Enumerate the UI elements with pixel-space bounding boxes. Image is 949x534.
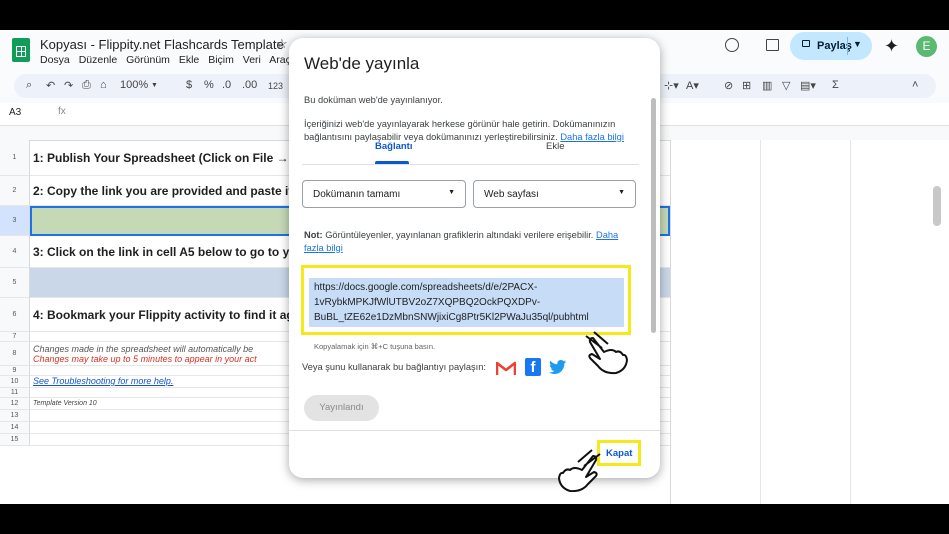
dialog-title: Web'de yayınla bbox=[304, 54, 420, 73]
dialog-scrollbar[interactable] bbox=[651, 98, 656, 333]
name-box[interactable]: A3 bbox=[9, 107, 21, 118]
gemini-icon[interactable]: ✦ bbox=[884, 36, 899, 57]
publish-format-select[interactable]: Web sayfası ▼ bbox=[473, 180, 636, 208]
zoom-select[interactable]: 100% bbox=[120, 79, 148, 91]
menu-data[interactable]: Veri bbox=[243, 54, 261, 66]
close-button[interactable]: Kapat bbox=[606, 448, 632, 459]
lock-icon bbox=[802, 40, 810, 47]
text-rotate-icon[interactable]: ⊹▾ bbox=[664, 79, 679, 92]
share-button[interactable]: Paylaş ▼ bbox=[790, 32, 872, 60]
filter-icon[interactable]: ▽ bbox=[782, 79, 790, 92]
publish-scope-select[interactable]: Dokümanın tamamı ▼ bbox=[302, 180, 466, 208]
row-header[interactable]: 15 bbox=[0, 434, 30, 446]
link-icon[interactable]: ⊘ bbox=[724, 79, 733, 92]
percent-format-button[interactable]: % bbox=[204, 79, 214, 91]
chevron-down-icon: ▼ bbox=[448, 189, 455, 196]
share-via-label: Veya şunu kullanarak bu bağlantıyı payla… bbox=[302, 362, 486, 372]
row-header[interactable]: 4 bbox=[0, 236, 30, 268]
star-icon[interactable]: ☆ bbox=[276, 36, 288, 52]
menu-format[interactable]: Biçim bbox=[208, 54, 234, 66]
row-header[interactable]: 12 bbox=[0, 398, 30, 410]
dialog-footer-divider bbox=[289, 430, 660, 431]
paint-format-icon[interactable]: ⌂ bbox=[100, 79, 107, 91]
row-header[interactable]: 5 bbox=[0, 268, 30, 298]
row-header[interactable]: 14 bbox=[0, 422, 30, 434]
row-header[interactable]: 7 bbox=[0, 332, 30, 342]
pointing-hand-icon bbox=[558, 449, 601, 492]
tab-divider bbox=[302, 164, 639, 165]
comments-icon[interactable] bbox=[766, 39, 779, 51]
insert-comment-icon[interactable]: ⊞ bbox=[742, 79, 751, 92]
row-header[interactable]: 2 bbox=[0, 176, 30, 206]
filter-views-icon[interactable]: ▤▾ bbox=[800, 79, 816, 92]
pointing-hand-icon bbox=[585, 331, 628, 375]
text-color-icon[interactable]: A▾ bbox=[686, 79, 699, 92]
menu-insert[interactable]: Ekle bbox=[179, 54, 199, 66]
chevron-down-icon: ▼ bbox=[618, 189, 625, 196]
redo-icon[interactable]: ↷ bbox=[64, 79, 73, 92]
data-access-note: Not: Görüntüleyenler, yayınlanan grafikl… bbox=[304, 230, 619, 253]
twitter-icon[interactable] bbox=[549, 359, 567, 375]
row-header[interactable]: 8 bbox=[0, 342, 30, 366]
print-icon[interactable]: ⎙ bbox=[82, 79, 91, 92]
document-title[interactable]: Kopyası - Flippity.net Flashcards Templa… bbox=[40, 37, 284, 52]
increase-decimal-button[interactable]: .00 bbox=[242, 79, 257, 91]
functions-icon[interactable]: Σ bbox=[832, 79, 839, 91]
copy-hint: Kopyalamak için ⌘+C tuşuna basın. bbox=[314, 342, 436, 351]
close-highlight-box: Kapat bbox=[597, 440, 641, 466]
row-header[interactable]: 10 bbox=[0, 376, 30, 388]
tab-link[interactable]: Bağlantı bbox=[375, 141, 412, 152]
column-divider bbox=[850, 140, 851, 504]
publish-dialog: Web'de yayınla Bu doküman web'de yayınla… bbox=[289, 38, 660, 478]
row-header[interactable]: 9 bbox=[0, 366, 30, 376]
adjacent-columns[interactable] bbox=[670, 140, 949, 504]
insert-chart-icon[interactable]: ▥ bbox=[762, 79, 772, 92]
column-divider bbox=[760, 140, 761, 504]
published-button[interactable]: Yayınlandı bbox=[304, 395, 379, 421]
published-url-field[interactable]: https://docs.google.com/spreadsheets/d/e… bbox=[314, 280, 634, 325]
menu-view[interactable]: Görünüm bbox=[126, 54, 170, 66]
share-divider bbox=[847, 37, 848, 55]
menu-file[interactable]: Dosya bbox=[40, 54, 70, 66]
facebook-icon[interactable]: f bbox=[525, 358, 541, 376]
collapse-toolbar-icon[interactable]: ˄ bbox=[912, 79, 918, 91]
row-header[interactable]: 13 bbox=[0, 410, 30, 422]
avatar[interactable]: E bbox=[916, 36, 937, 57]
tab-embed[interactable]: Ekle bbox=[546, 141, 564, 152]
sheets-logo-icon[interactable] bbox=[12, 38, 30, 62]
number-format-button[interactable]: 123 bbox=[268, 81, 283, 91]
row-header[interactable]: 11 bbox=[0, 388, 30, 398]
row-header[interactable]: 6 bbox=[0, 298, 30, 332]
row-header[interactable]: 3 bbox=[0, 206, 30, 236]
vertical-scrollbar[interactable] bbox=[933, 186, 941, 226]
gmail-icon[interactable] bbox=[496, 360, 516, 376]
menu-edit[interactable]: Düzenle bbox=[79, 54, 118, 66]
decrease-decimal-button[interactable]: .0 bbox=[222, 79, 231, 91]
learn-more-link[interactable]: Daha fazla bilgi bbox=[560, 132, 624, 142]
publish-intro: İçeriğinizi web'de yayınlayarak herkese … bbox=[304, 119, 624, 142]
version-history-icon[interactable] bbox=[725, 38, 739, 52]
screen: Kopyası - Flippity.net Flashcards Templa… bbox=[0, 30, 949, 504]
chevron-down-icon[interactable]: ▼ bbox=[853, 39, 862, 49]
menu-bar: Dosya Düzenle Görünüm Ekle Biçim Veri Ar… bbox=[40, 54, 299, 66]
search-icon[interactable]: ⌕ bbox=[26, 79, 32, 92]
currency-format-button[interactable]: $ bbox=[186, 79, 192, 91]
undo-icon[interactable]: ↶ bbox=[46, 79, 55, 92]
zoom-chevron-icon[interactable]: ▼ bbox=[151, 82, 158, 89]
fx-icon: fx bbox=[58, 106, 66, 117]
publish-status: Bu doküman web'de yayınlanıyor. bbox=[304, 95, 443, 105]
row-header[interactable]: 1 bbox=[0, 140, 30, 176]
